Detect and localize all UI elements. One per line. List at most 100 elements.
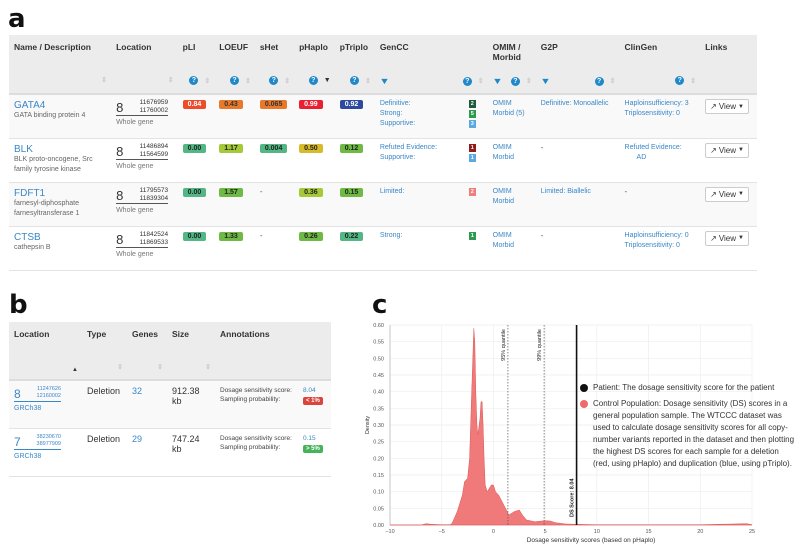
help-icon[interactable]: ? [269,76,279,85]
g2p-value[interactable]: Definitive: Monoallelic [541,99,616,109]
sort-asc-icon[interactable]: ▲ [72,367,78,373]
gencc-classification[interactable]: Definitive: [380,99,415,109]
cnv-location-link[interactable]: 8 11247626 12160002 [14,386,61,402]
filter-icon[interactable]: ▼ [540,76,551,86]
ds-score-value[interactable]: 8.04 [303,386,327,395]
sort-icon[interactable]: ⇕ [478,77,484,85]
sort-icon[interactable]: ⇕ [284,77,290,85]
view-dropdown-button[interactable]: ↗ View ▼ [705,142,749,158]
help-icon[interactable]: ? [594,76,604,86]
cnv-genes-link[interactable]: 29 [127,428,167,477]
col-header-location[interactable]: Location [111,35,178,72]
gencc-classification[interactable]: Limited: [380,187,405,197]
g2p-value[interactable]: Limited: Biallelic [541,187,616,197]
location: 8 11842524 11869533 [116,231,169,248]
gene-link[interactable]: CTSB [14,232,107,243]
help-icon[interactable]: ? [308,76,318,85]
sort-icon[interactable]: ⇕ [101,76,107,84]
ptriplo-cell: 0.22 [334,226,375,271]
links-cell: ↗ View ▼ [700,226,757,271]
clingen-value[interactable]: Triplosensitivity: 0 [625,241,697,251]
clingen-value[interactable]: Refuted Evidence: [625,143,697,153]
sort-icon[interactable]: ⇕ [526,77,532,85]
pli-cell: 0.00 [177,226,215,271]
cnv-col-header-annotations[interactable]: Annotations [215,322,331,356]
cnv-location-link[interactable]: 7 38230670 38977909 [14,434,61,450]
col-header-g2p[interactable]: G2P [535,35,620,72]
omim-cell: OMIM Morbid [487,226,536,271]
loeuf-badge: 1.57 [219,187,243,197]
gencc-classification[interactable]: Strong: [380,231,403,241]
g2p-cell: Limited: Biallelic [535,182,620,227]
gene-description: farnesyl-diphosphate farnesyltransferase… [14,199,80,217]
cnv-col-header-size[interactable]: Size [167,322,215,356]
omim-link[interactable]: OMIM [493,99,532,109]
view-dropdown-button[interactable]: ↗ View ▼ [705,186,749,202]
col-header-shet[interactable]: sHet [254,35,295,72]
help-icon[interactable]: ? [675,76,685,85]
help-icon[interactable]: ? [510,76,520,86]
filter-icon[interactable]: ▼ [379,76,390,86]
gene-link[interactable]: BLK [14,144,107,155]
help-icon[interactable]: ? [349,76,359,85]
omim-link[interactable]: OMIM [493,143,532,153]
assembly-label[interactable]: GRCh38 [14,453,78,460]
gene-link[interactable]: GATA4 [14,100,107,111]
col-header-ptriplo[interactable]: pTriplo [334,35,375,72]
assembly-label[interactable]: GRCh38 [14,405,78,412]
col-header-pli[interactable]: pLI [177,35,215,72]
col-header-phaplo[interactable]: pHaplo [294,35,335,72]
sort-desc-icon[interactable]: ▼ [324,77,331,84]
sort-icon[interactable]: ⇕ [610,77,616,85]
clingen-value[interactable]: AD [625,153,697,163]
help-icon[interactable]: ? [462,76,472,86]
omim-link[interactable]: Morbid [493,241,532,251]
col-header-omim-morbid[interactable]: OMIM / Morbid [487,35,536,72]
sort-icon[interactable]: ⇕ [168,76,174,84]
clingen-value[interactable]: Haploinsufficiency: 0 [625,231,697,241]
cnv-col-header-genes[interactable]: Genes [127,322,167,356]
sort-icon[interactable]: ⇕ [690,77,696,85]
omim-link[interactable]: OMIM [493,231,532,241]
sort-icon[interactable]: ⇕ [117,363,123,371]
gencc-classification[interactable]: Supportive: [380,153,437,163]
clingen-cell: - [619,182,701,227]
sort-icon[interactable]: ⇕ [245,77,251,85]
col-header-loeuf[interactable]: LOEUF [214,35,255,72]
cnv-col-header-location[interactable]: Location [9,322,82,356]
view-dropdown-button[interactable]: ↗ View ▼ [705,99,749,114]
location-cell: 8 11795573 11839304 Whole gene [111,182,178,227]
y-tick-label: 0.15 [373,473,384,479]
help-icon[interactable]: ? [189,76,199,85]
clingen-value[interactable]: Triplosensitivity: 0 [625,109,697,119]
omim-link[interactable]: Morbid (5) [493,109,532,119]
legend-item-control: Control Population: Dosage sensitivity (… [580,398,795,470]
sort-icon[interactable]: ⇕ [204,77,210,85]
sort-icon[interactable]: ⇕ [365,77,371,85]
filter-icon[interactable]: ▼ [492,76,503,86]
gene-link[interactable]: FDFT1 [14,188,107,199]
col-header-gencc[interactable]: GenCC [374,35,488,72]
col-header-links[interactable]: Links [700,35,757,72]
sort-icon[interactable]: ⇕ [157,363,163,371]
gene-name-cell: CTSB cathepsin B [9,226,112,271]
col-header-clingen[interactable]: ClinGen [619,35,701,72]
gencc-classification[interactable]: Strong: [380,109,415,119]
col-filter-cell: ▼? ⇕ [487,72,536,95]
clingen-value[interactable]: Haploinsufficiency: 3 [625,99,697,109]
end-position: 12160002 [36,393,61,399]
omim-link[interactable]: Morbid [493,153,532,163]
gencc-classification[interactable]: Supportive: [380,119,415,129]
cnv-col-header-type[interactable]: Type [82,322,127,356]
cnv-row: 7 38230670 38977909 GRCh38 Deletion 29 747.24 … [9,428,331,477]
col-header-name-description[interactable]: Name / Description [9,35,112,72]
view-dropdown-button[interactable]: ↗ View ▼ [705,230,749,246]
help-icon[interactable]: ? [229,76,239,85]
omim-link[interactable]: Morbid [493,197,532,207]
omim-link[interactable]: OMIM [493,187,532,197]
col-header-label: Size [172,329,190,339]
cnv-genes-link[interactable]: 32 [127,380,167,429]
gencc-classification[interactable]: Refuted Evidence: [380,143,437,153]
ds-score-value[interactable]: 0.15 [303,434,327,443]
sort-icon[interactable]: ⇕ [205,363,211,371]
